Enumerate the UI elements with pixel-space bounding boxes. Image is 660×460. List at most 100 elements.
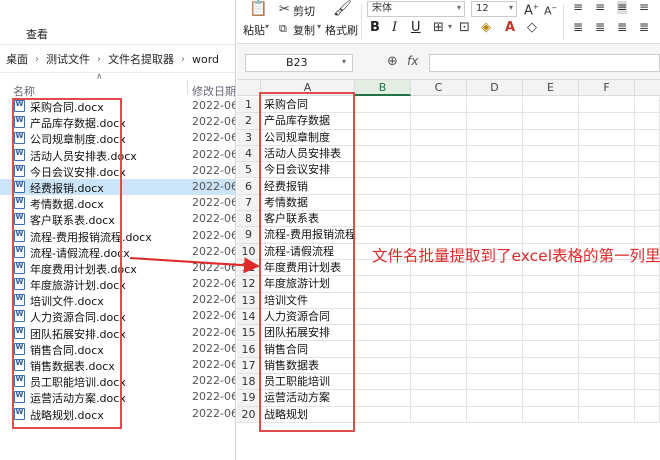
column-header-name[interactable]: 名称 xyxy=(13,83,35,99)
cell-a[interactable]: 年度旅游计划 xyxy=(261,276,355,293)
cell-empty[interactable] xyxy=(523,162,579,179)
cell-empty[interactable] xyxy=(411,292,467,309)
file-list-item[interactable]: 团队拓展安排.docx 2022-06- xyxy=(0,325,235,341)
align-bottom-icon[interactable]: ≡ xyxy=(617,1,628,14)
cell-empty[interactable] xyxy=(579,129,635,146)
file-list-item[interactable]: 销售数据表.docx 2022-06- xyxy=(0,357,235,373)
cell-empty[interactable] xyxy=(579,341,635,358)
file-list-item[interactable]: 采购合同.docx 2022-06- xyxy=(0,98,235,114)
cell-empty[interactable] xyxy=(411,390,467,407)
brush-icon[interactable]: 🖌 xyxy=(333,1,352,16)
cell-empty[interactable] xyxy=(411,341,467,358)
cell-a[interactable]: 产品库存数据 xyxy=(261,113,355,130)
cell-empty[interactable] xyxy=(411,178,467,195)
cell-empty[interactable] xyxy=(579,162,635,179)
cell-empty[interactable] xyxy=(467,390,523,407)
column-header-d[interactable]: D xyxy=(467,80,523,96)
cell-empty[interactable] xyxy=(635,113,660,130)
justify-icon[interactable]: ≣ xyxy=(639,21,649,34)
file-list-item[interactable]: 经费报销.docx 2022-06- xyxy=(0,178,235,196)
cell-empty[interactable] xyxy=(579,276,635,293)
cell-a[interactable]: 员工职能培训 xyxy=(261,374,355,391)
cell-empty[interactable] xyxy=(523,194,579,212)
cell-empty[interactable] xyxy=(635,357,660,375)
cell-empty[interactable] xyxy=(355,129,411,146)
cell-empty[interactable] xyxy=(411,308,467,326)
row-header[interactable]: 19 xyxy=(237,390,261,407)
cell-empty[interactable] xyxy=(467,357,523,375)
align-center-icon[interactable]: ≣ xyxy=(595,21,605,34)
cell-empty[interactable] xyxy=(579,227,635,244)
cell-a[interactable]: 培训文件 xyxy=(261,292,355,309)
underline-button[interactable]: U xyxy=(411,20,421,35)
cell-empty[interactable] xyxy=(523,145,579,163)
file-list-item[interactable]: 公司规章制度.docx 2022-06- xyxy=(0,130,235,146)
align-middle-icon[interactable]: ≡ xyxy=(595,1,605,14)
row-header[interactable]: 5 xyxy=(237,162,261,179)
cell-empty[interactable] xyxy=(579,178,635,195)
file-list-item[interactable]: 今日会议安排.docx 2022-06- xyxy=(0,163,235,179)
row-header[interactable]: 10 xyxy=(237,243,261,260)
cell-empty[interactable] xyxy=(355,145,411,163)
file-list-item[interactable]: 培训文件.docx 2022-06- xyxy=(0,292,235,308)
cell-a[interactable]: 运营活动方案 xyxy=(261,390,355,407)
row-header[interactable]: 1 xyxy=(237,97,261,114)
cell-a[interactable]: 采购合同 xyxy=(261,97,355,114)
cell-empty[interactable] xyxy=(523,113,579,130)
row-header[interactable]: 16 xyxy=(237,341,261,358)
column-header-f[interactable]: F xyxy=(579,80,635,96)
align-top-icon[interactable]: ≡ xyxy=(573,1,583,14)
cell-empty[interactable] xyxy=(411,406,467,423)
fx-icon[interactable]: fx xyxy=(407,54,418,68)
border-icon[interactable]: ⊞ xyxy=(433,21,444,34)
cell-empty[interactable] xyxy=(579,325,635,342)
cell-empty[interactable] xyxy=(579,145,635,163)
column-header-c[interactable]: C xyxy=(411,80,467,96)
cell-empty[interactable] xyxy=(467,308,523,326)
wrap-icon[interactable]: ≡ xyxy=(639,1,649,14)
cell-a[interactable]: 公司规章制度 xyxy=(261,129,355,146)
cell-empty[interactable] xyxy=(467,113,523,130)
chevron-down-icon[interactable]: ▾ xyxy=(448,22,452,31)
cell-empty[interactable] xyxy=(635,406,660,423)
cell-empty[interactable] xyxy=(411,325,467,342)
cell-a[interactable]: 团队拓展安排 xyxy=(261,325,355,342)
file-list-item[interactable]: 客户联系表.docx 2022-06- xyxy=(0,211,235,227)
chevron-down-icon[interactable]: ▾ xyxy=(457,3,461,12)
cut-button[interactable]: 剪切 xyxy=(293,3,315,19)
align-left-icon[interactable]: ≣ xyxy=(573,21,583,34)
font-color-icon[interactable]: A xyxy=(505,21,515,34)
format-painter-button[interactable]: 格式刷 xyxy=(325,22,358,38)
cell-empty[interactable] xyxy=(523,357,579,375)
cell-a[interactable]: 流程-请假流程 xyxy=(261,243,355,260)
cell-empty[interactable] xyxy=(635,129,660,146)
cell-a[interactable]: 考情数据 xyxy=(261,194,355,212)
cell-empty[interactable] xyxy=(467,162,523,179)
bold-button[interactable]: B xyxy=(370,20,380,35)
merge-icon[interactable]: ⊡ xyxy=(459,21,470,34)
cell-empty[interactable] xyxy=(355,211,411,228)
cell-empty[interactable] xyxy=(579,97,635,114)
row-header[interactable]: 15 xyxy=(237,325,261,342)
cell-empty[interactable] xyxy=(523,341,579,358)
scissors-icon[interactable]: ✂ xyxy=(279,3,290,16)
cell-a[interactable]: 销售合同 xyxy=(261,341,355,358)
decrease-font-icon[interactable]: A− xyxy=(544,2,557,18)
cell-a[interactable]: 流程-费用报销流程 xyxy=(261,227,356,244)
italic-button[interactable]: I xyxy=(392,20,397,35)
chevron-down-icon[interactable]: ▾ xyxy=(265,22,269,31)
file-list-item[interactable]: 流程-费用报销流程.docx 2022-06- xyxy=(0,228,235,244)
cell-empty[interactable] xyxy=(467,341,523,358)
cell-empty[interactable] xyxy=(467,374,523,391)
cell-empty[interactable] xyxy=(523,227,579,244)
row-header[interactable]: 14 xyxy=(237,308,261,326)
cell-empty[interactable] xyxy=(355,194,411,212)
cell-empty[interactable] xyxy=(635,145,660,163)
file-list-item[interactable]: 年度费用计划表.docx 2022-06- xyxy=(0,260,235,276)
cell-empty[interactable] xyxy=(411,374,467,391)
paste-button[interactable]: 粘贴 xyxy=(243,22,265,38)
cell-empty[interactable] xyxy=(467,194,523,212)
view-tab[interactable]: 查看 xyxy=(26,26,48,42)
cell-empty[interactable] xyxy=(355,292,411,309)
clipboard-icon[interactable]: 📋 xyxy=(249,1,268,16)
